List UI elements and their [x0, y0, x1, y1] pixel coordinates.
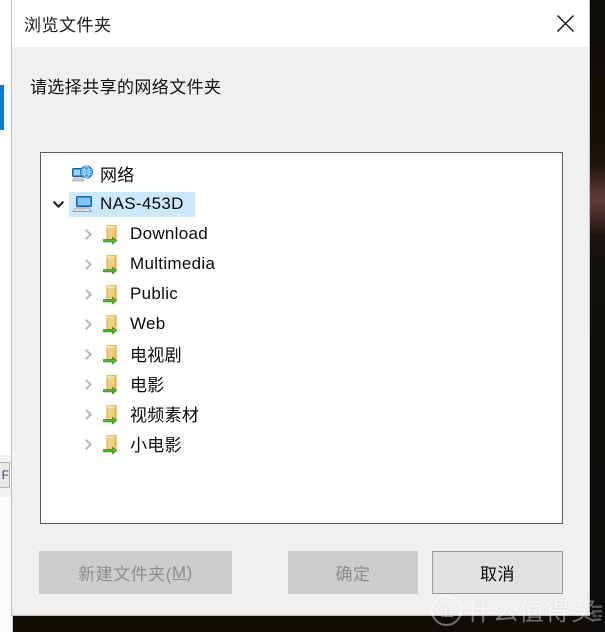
tree-item-network[interactable]: 网络	[41, 159, 562, 189]
shared-folder-icon	[101, 283, 123, 305]
tree-item-folder-label: 小电影	[130, 436, 182, 455]
shared-folder-glyph	[103, 224, 117, 244]
chevron-right-glyph	[84, 438, 92, 450]
shared-folder-icon	[101, 343, 123, 365]
chevron-right-icon[interactable]	[77, 318, 99, 331]
shared-folder-icon	[101, 373, 123, 395]
tree-item-folder-label: Download	[130, 223, 209, 243]
new-folder-label-after: )	[186, 562, 193, 582]
shared-folder-glyph	[103, 404, 117, 424]
chevron-right-glyph	[84, 258, 92, 270]
shared-folder-icon	[101, 403, 123, 425]
chevron-down-glyph	[52, 200, 64, 208]
wallpaper-logo-icon	[591, 605, 603, 621]
shared-folder-glyph	[103, 344, 117, 364]
tree-item-folder-label: Web	[130, 313, 166, 333]
tree-item-folder-content: Web	[99, 312, 177, 337]
tree-item-folder-content: 电视剧	[99, 342, 193, 367]
ok-button[interactable]: 确定	[288, 551, 418, 594]
folder-tree-panel[interactable]: 网络 NAS-453D Download Multimedia Public W…	[40, 152, 563, 524]
tree-item-folder-label: Public	[130, 283, 179, 303]
desktop-wallpaper-right	[590, 0, 605, 632]
tree-item-folder-content: 视频素材	[99, 402, 210, 427]
tree-item-folder-content: 电影	[99, 372, 176, 397]
tree-item-folder[interactable]: Download	[41, 219, 562, 249]
shared-folder-icon	[101, 433, 123, 455]
chevron-right-icon[interactable]	[77, 438, 99, 451]
wallpaper-glow	[590, 165, 605, 235]
chevron-right-glyph	[84, 228, 92, 240]
shared-folder-glyph	[103, 434, 117, 454]
tree-item-folder[interactable]: Multimedia	[41, 249, 562, 279]
chevron-right-icon[interactable]	[77, 378, 99, 391]
tree-item-folder[interactable]: Web	[41, 309, 562, 339]
shared-folder-icon	[101, 223, 123, 245]
network-globe-icon	[71, 163, 93, 185]
tree-item-folder[interactable]: 电影	[41, 369, 562, 399]
tree-item-folder-content: Multimedia	[99, 252, 226, 277]
tree-item-folder-label: Multimedia	[130, 253, 216, 273]
tree-item-nas-453d-content: NAS-453D	[69, 191, 195, 217]
dialog-title: 浏览文件夹	[24, 16, 112, 35]
chevron-down-icon[interactable]	[47, 198, 69, 211]
chevron-right-icon[interactable]	[77, 258, 99, 271]
chevron-right-glyph	[84, 288, 92, 300]
tree-item-folder[interactable]: 小电影	[41, 429, 562, 459]
chevron-right-icon[interactable]	[77, 288, 99, 301]
new-folder-label-before: 新建文件夹(	[78, 565, 172, 584]
shared-folder-glyph	[103, 374, 117, 394]
chevron-right-glyph	[84, 348, 92, 360]
tree-item-folder[interactable]: Public	[41, 279, 562, 309]
tree-item-folder-content: Public	[99, 282, 189, 307]
chevron-right-icon[interactable]	[77, 228, 99, 241]
tree-item-folder[interactable]: 视频素材	[41, 399, 562, 429]
chevron-right-glyph	[84, 318, 92, 330]
network-globe-glyph	[71, 165, 93, 181]
tree-item-network-content: 网络	[69, 162, 146, 187]
tree-item-network-label: 网络	[100, 166, 135, 185]
shared-folder-icon	[101, 313, 123, 335]
chevron-right-glyph	[84, 408, 92, 420]
tree-item-folder-content: Download	[99, 222, 219, 247]
tree-folder-list: Download Multimedia Public Web 电视剧电影视频素材小电影	[41, 219, 562, 459]
browse-folder-dialog: 浏览文件夹 请选择共享的网络文件夹 网络 NAS-453D Download M…	[11, 0, 590, 616]
new-folder-button[interactable]: 新建文件夹(M)	[39, 551, 232, 594]
computer-icon	[71, 193, 93, 215]
tree-item-folder-label: 电影	[130, 376, 165, 395]
chevron-right-icon[interactable]	[77, 408, 99, 421]
shared-folder-glyph	[103, 284, 117, 304]
close-icon[interactable]	[542, 0, 589, 47]
tree-item-folder-label: 电视剧	[130, 346, 182, 365]
shared-folder-icon	[101, 253, 123, 275]
tree-item-nas-453d[interactable]: NAS-453D	[41, 189, 562, 219]
tree-item-folder[interactable]: 电视剧	[41, 339, 562, 369]
shared-folder-glyph	[103, 254, 117, 274]
dialog-titlebar: 浏览文件夹	[12, 0, 589, 47]
tree-item-folder-content: 小电影	[99, 432, 193, 457]
computer-glyph	[71, 196, 92, 212]
folder-tree: 网络 NAS-453D Download Multimedia Public W…	[41, 153, 562, 459]
close-x-glyph	[557, 15, 574, 32]
instruction-text: 请选择共享的网络文件夹	[30, 78, 222, 97]
new-folder-mnemonic: M	[171, 562, 187, 582]
tree-item-nas-453d-label: NAS-453D	[100, 193, 184, 213]
dialog-button-bar: 新建文件夹(M) 确定 取消	[12, 551, 589, 597]
tree-item-folder-label: 视频素材	[130, 406, 200, 425]
cancel-button[interactable]: 取消	[432, 551, 563, 594]
chevron-right-glyph	[84, 378, 92, 390]
shared-folder-glyph	[103, 314, 117, 334]
background-lower-field: F	[0, 462, 10, 488]
chevron-right-icon[interactable]	[77, 348, 99, 361]
background-accent-bar	[0, 85, 4, 130]
